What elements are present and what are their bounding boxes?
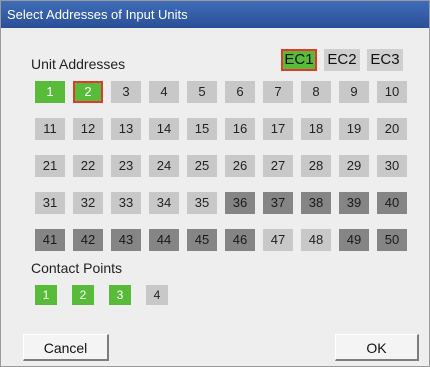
unit-address-cell[interactable]: 12 — [73, 118, 103, 140]
unit-address-cell[interactable]: 14 — [149, 118, 179, 140]
dialog-title: Select Addresses of Input Units — [1, 1, 429, 28]
contact-point-button[interactable]: 3 — [109, 285, 131, 305]
ok-button[interactable]: OK — [335, 334, 419, 361]
unit-address-cell[interactable]: 9 — [339, 81, 369, 103]
unit-address-cell[interactable]: 28 — [301, 155, 331, 177]
select-addresses-dialog: Select Addresses of Input Units Unit Add… — [0, 0, 430, 367]
unit-address-cell[interactable]: 26 — [225, 155, 255, 177]
contact-points-label: Contact Points — [31, 260, 123, 276]
unit-address-cell[interactable]: 38 — [301, 192, 331, 214]
unit-address-cell[interactable]: 23 — [111, 155, 141, 177]
unit-address-cell[interactable]: 43 — [111, 229, 141, 251]
unit-address-cell[interactable]: 40 — [377, 192, 407, 214]
unit-address-cell[interactable]: 47 — [263, 229, 293, 251]
contact-point-button[interactable]: 2 — [72, 285, 94, 305]
unit-address-cell[interactable]: 39 — [339, 192, 369, 214]
tab-ec1[interactable]: EC1 — [281, 49, 317, 71]
unit-address-cell[interactable]: 11 — [35, 118, 65, 140]
unit-address-cell[interactable]: 6 — [225, 81, 255, 103]
unit-address-cell[interactable]: 1 — [35, 81, 65, 103]
unit-address-cell[interactable]: 10 — [377, 81, 407, 103]
unit-address-cell[interactable]: 7 — [263, 81, 293, 103]
unit-address-cell[interactable]: 18 — [301, 118, 331, 140]
unit-address-cell[interactable]: 4 — [149, 81, 179, 103]
unit-address-cell[interactable]: 42 — [73, 229, 103, 251]
unit-address-cell[interactable]: 30 — [377, 155, 407, 177]
unit-address-cell[interactable]: 29 — [339, 155, 369, 177]
unit-address-cell[interactable]: 34 — [149, 192, 179, 214]
contact-point-button[interactable]: 4 — [146, 285, 168, 305]
unit-addresses-label: Unit Addresses — [31, 56, 126, 72]
contact-point-button[interactable]: 1 — [35, 285, 57, 305]
contact-points-grid: 1234 — [35, 285, 168, 305]
unit-address-cell[interactable]: 24 — [149, 155, 179, 177]
unit-address-cell[interactable]: 22 — [73, 155, 103, 177]
unit-address-grid: 1 2 3 4 5 6 7 8 9 10 11 12 13 14 15 16 17 18 19 20 21 22 23 24 2… — [35, 81, 407, 251]
unit-address-cell[interactable]: 16 — [225, 118, 255, 140]
unit-address-cell[interactable]: 19 — [339, 118, 369, 140]
unit-address-cell[interactable]: 45 — [187, 229, 217, 251]
unit-address-cell[interactable]: 31 — [35, 192, 65, 214]
unit-address-cell[interactable]: 37 — [263, 192, 293, 214]
unit-address-cell[interactable]: 41 — [35, 229, 65, 251]
unit-address-cell[interactable]: 20 — [377, 118, 407, 140]
unit-address-cell[interactable]: 32 — [73, 192, 103, 214]
unit-address-cell[interactable]: 21 — [35, 155, 65, 177]
unit-address-cell[interactable]: 25 — [187, 155, 217, 177]
cancel-button[interactable]: Cancel — [23, 334, 109, 361]
unit-address-cell[interactable]: 5 — [187, 81, 217, 103]
unit-address-cell[interactable]: 36 — [225, 192, 255, 214]
unit-address-cell[interactable]: 27 — [263, 155, 293, 177]
unit-address-cell[interactable]: 8 — [301, 81, 331, 103]
unit-address-cell[interactable]: 35 — [187, 192, 217, 214]
unit-address-cell[interactable]: 49 — [339, 229, 369, 251]
tab-ec3[interactable]: EC3 — [367, 49, 403, 71]
unit-address-cell[interactable]: 46 — [225, 229, 255, 251]
unit-address-cell[interactable]: 13 — [111, 118, 141, 140]
unit-address-cell[interactable]: 33 — [111, 192, 141, 214]
unit-address-cell[interactable]: 2 — [73, 81, 103, 103]
unit-address-cell[interactable]: 48 — [301, 229, 331, 251]
unit-address-cell[interactable]: 44 — [149, 229, 179, 251]
unit-address-cell[interactable]: 15 — [187, 118, 217, 140]
tab-ec2[interactable]: EC2 — [324, 49, 360, 71]
unit-address-cell[interactable]: 50 — [377, 229, 407, 251]
unit-address-cell[interactable]: 3 — [111, 81, 141, 103]
unit-address-cell[interactable]: 17 — [263, 118, 293, 140]
